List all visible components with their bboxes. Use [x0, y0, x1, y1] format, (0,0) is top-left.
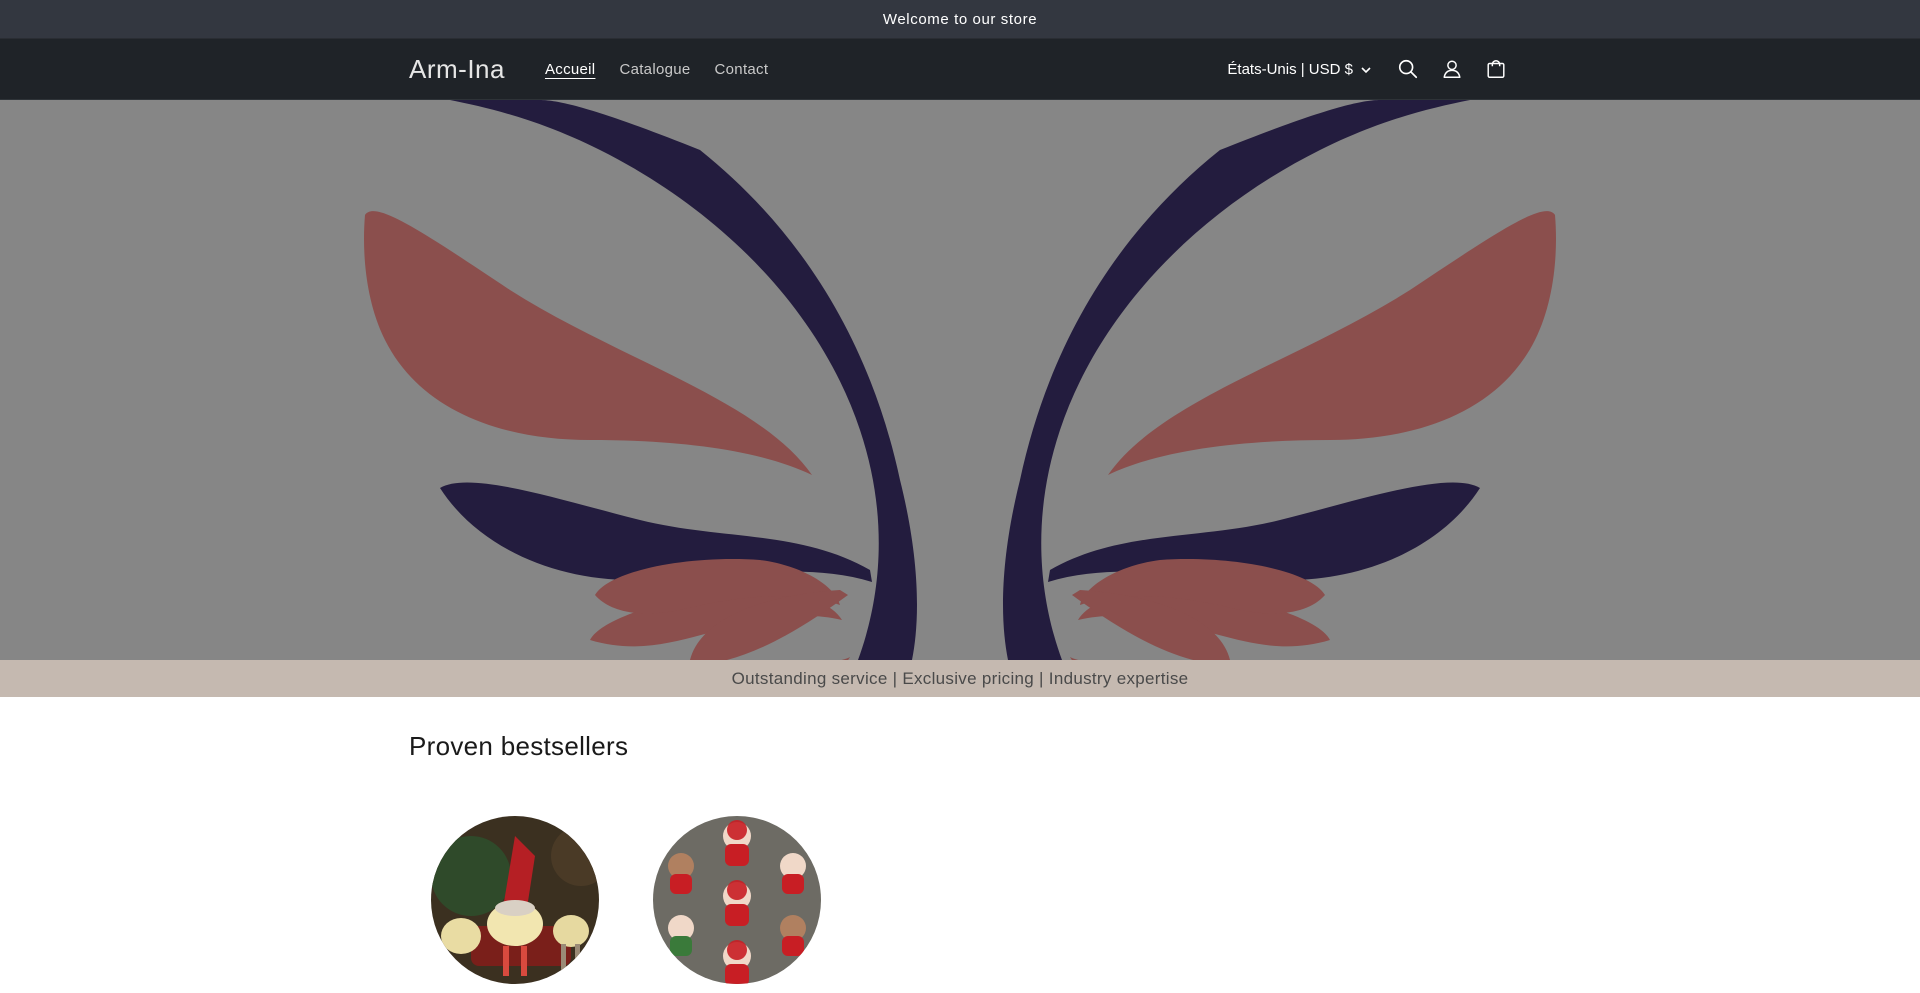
wings-logo-graphic — [364, 100, 1556, 660]
nav-item-accueil[interactable]: Accueil — [545, 61, 595, 78]
cart-icon[interactable] — [1481, 54, 1511, 84]
main-nav: Accueil Catalogue Contact — [545, 61, 768, 78]
search-icon[interactable] — [1393, 54, 1423, 84]
chevron-down-icon — [1361, 61, 1371, 78]
santa-plush-product-image — [653, 816, 821, 984]
store-logo[interactable]: Arm-Ina — [409, 54, 505, 85]
announcement-text: Welcome to our store — [882, 10, 1038, 28]
locale-label: États-Unis | USD $ — [1227, 60, 1353, 78]
section-title: Proven bestsellers — [409, 731, 629, 761]
gnome-lamp-product-image — [431, 816, 599, 984]
announcement-bar: Welcome to our store — [0, 0, 1920, 39]
value-proposition-bar: Outstanding service | Exclusive pricing … — [0, 660, 1920, 697]
value-proposition-text: Outstanding service | Exclusive pricing … — [731, 668, 1189, 688]
hero-banner — [0, 100, 1920, 660]
product-list — [431, 816, 821, 984]
site-header: Arm-Ina Accueil Catalogue Contact États-… — [0, 39, 1920, 100]
nav-item-catalogue[interactable]: Catalogue — [619, 61, 690, 78]
product-card-santa-plush[interactable] — [653, 816, 821, 984]
product-card-gnome-lamp[interactable] — [431, 816, 599, 984]
nav-item-contact[interactable]: Contact — [715, 61, 769, 78]
account-icon[interactable] — [1437, 54, 1467, 84]
country-currency-selector[interactable]: États-Unis | USD $ — [1227, 61, 1371, 78]
